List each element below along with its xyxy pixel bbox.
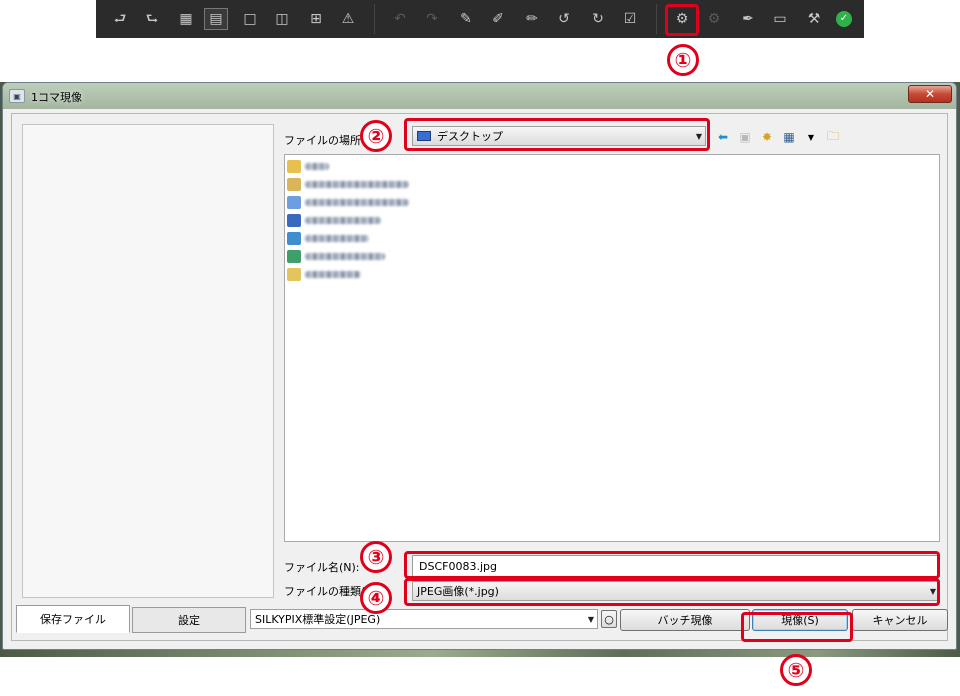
- paste-icon[interactable]: ✎: [454, 8, 478, 30]
- list-item[interactable]: [287, 266, 361, 282]
- callout-number-2: ②: [360, 120, 392, 152]
- back-icon[interactable]: ⬅: [715, 130, 731, 144]
- new-folder-icon[interactable]: ✸: [759, 130, 775, 144]
- redo-icon[interactable]: ↷: [420, 8, 444, 30]
- cancel-button[interactable]: キャンセル: [852, 609, 948, 631]
- dialog-title: 1コマ現像: [31, 91, 82, 104]
- grid-view-icon[interactable]: ▦: [174, 8, 198, 30]
- check-icon[interactable]: ☑: [618, 8, 642, 30]
- file-list[interactable]: [284, 154, 940, 542]
- single-view-icon[interactable]: □: [238, 8, 262, 30]
- undo-icon[interactable]: ↶: [388, 8, 412, 30]
- hammer-icon[interactable]: ⚒: [802, 8, 826, 30]
- rotate-ccw-icon[interactable]: ↺: [552, 8, 576, 30]
- tab-save-file[interactable]: 保存ファイル: [16, 605, 130, 633]
- batch-develop-button[interactable]: バッチ現像: [620, 609, 750, 631]
- filetype-value: JPEG画像(*.jpg): [417, 585, 499, 598]
- toolbar-separator: [374, 4, 375, 34]
- blurred-item-name: [305, 198, 409, 206]
- copy-params-icon[interactable]: ✐: [486, 8, 510, 30]
- edit-icon[interactable]: ✏: [520, 8, 544, 30]
- blurred-item-name: [305, 234, 369, 242]
- folder-icon: [287, 159, 301, 173]
- user-folder-icon: [287, 177, 301, 191]
- app-icon: ▣: [9, 89, 25, 103]
- rotate-left-icon[interactable]: ⮐: [108, 8, 132, 30]
- list-item[interactable]: [287, 230, 369, 246]
- network-icon: [287, 195, 301, 209]
- blurred-item-name: [305, 216, 381, 224]
- chevron-down-icon: ▼: [929, 586, 936, 596]
- filename-label: ファイル名(N):: [284, 561, 360, 574]
- preset-option-button[interactable]: ○: [601, 610, 617, 628]
- develop-dialog: ▣ 1コマ現像 ✕ ファイルの場所(I): デスクトップ ▼ ⬅ ▣ ✸ ▦ ▼…: [2, 82, 957, 650]
- folder-icon[interactable]: 🗀: [825, 129, 841, 144]
- homegroup-icon: [287, 249, 301, 263]
- close-button[interactable]: ✕: [908, 85, 952, 103]
- preset-dropdown[interactable]: SILKYPIX標準設定(JPEG) ▼: [250, 609, 598, 629]
- look-in-value: デスクトップ: [437, 130, 503, 143]
- places-pane: [22, 124, 274, 598]
- up-folder-icon[interactable]: ▣: [737, 130, 753, 144]
- blurred-item-name: [305, 270, 361, 278]
- nav-toolbar: ⬅ ▣ ✸ ▦ ▼ 🗀: [715, 128, 841, 146]
- ok-icon[interactable]: ✓: [836, 11, 852, 27]
- list-item[interactable]: [287, 158, 329, 174]
- compare-view-icon[interactable]: ◫: [270, 8, 294, 30]
- list-item[interactable]: [287, 212, 381, 228]
- callout-number-3: ③: [360, 541, 392, 573]
- dialog-client-area: ファイルの場所(I): デスクトップ ▼ ⬅ ▣ ✸ ▦ ▼ 🗀 ファイル名(N…: [11, 113, 948, 641]
- network-globe-icon: [287, 231, 301, 245]
- toolbar-separator: [656, 4, 657, 34]
- preset-value: SILKYPIX標準設定(JPEG): [255, 613, 381, 626]
- display-icon[interactable]: ▭: [768, 8, 792, 30]
- blurred-item-name: [305, 162, 329, 170]
- rotate-cw-icon[interactable]: ↻: [586, 8, 610, 30]
- blurred-item-name: [305, 180, 409, 188]
- split-view-icon[interactable]: ▤: [204, 8, 228, 30]
- dialog-titlebar: ▣ 1コマ現像 ✕: [3, 83, 956, 109]
- filename-input[interactable]: DSCF0083.jpg: [412, 555, 940, 577]
- list-item[interactable]: [287, 248, 385, 264]
- batch-develop-icon[interactable]: ⚙: [702, 8, 726, 30]
- develop-button-label: 現像(S): [781, 614, 819, 627]
- main-toolbar: ⮐ ⮑ ▦ ▤ □ ◫ ⊞ ⚠ ↶ ↷ ✎ ✐ ✏ ↺ ↻ ☑ ⚙ ⚙ ✒ ▭ …: [96, 0, 864, 38]
- chevron-down-icon: ▼: [695, 131, 702, 141]
- tab-settings[interactable]: 設定: [132, 607, 246, 633]
- warning-icon[interactable]: ⚠: [336, 8, 360, 30]
- filetype-dropdown[interactable]: JPEG画像(*.jpg) ▼: [412, 581, 940, 601]
- callout-number-4: ④: [360, 582, 392, 614]
- callout-number-1: ①: [667, 44, 699, 76]
- develop-one-icon[interactable]: ⚙: [670, 8, 694, 30]
- view-menu-icon[interactable]: ▦: [781, 130, 797, 144]
- full-view-icon[interactable]: ⊞: [304, 8, 328, 30]
- library-icon: [287, 267, 301, 281]
- rotate-right-icon[interactable]: ⮑: [140, 8, 164, 30]
- chevron-down-icon[interactable]: ▼: [803, 130, 819, 144]
- desktop-icon: [417, 131, 431, 141]
- callout-number-5: ⑤: [780, 654, 812, 686]
- look-in-dropdown[interactable]: デスクトップ ▼: [412, 126, 706, 146]
- brush-icon[interactable]: ✒: [736, 8, 760, 30]
- develop-button[interactable]: 現像(S): [752, 609, 848, 631]
- chevron-down-icon: ▼: [587, 614, 594, 624]
- list-item[interactable]: [287, 176, 409, 192]
- list-item[interactable]: [287, 194, 409, 210]
- computer-icon: [287, 213, 301, 227]
- blurred-item-name: [305, 252, 385, 260]
